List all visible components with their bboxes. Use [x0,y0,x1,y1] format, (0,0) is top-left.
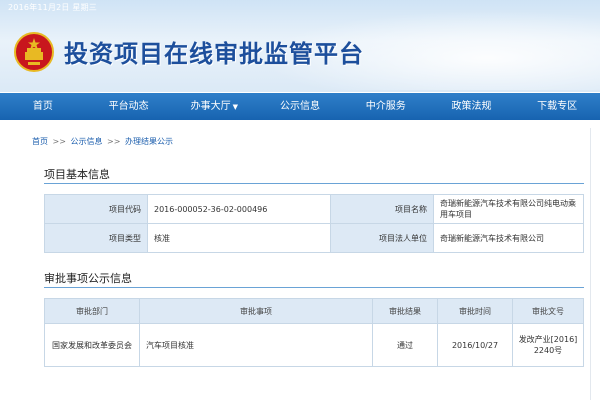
chevron-down-icon: ▼ [232,102,238,111]
breadcrumb-current[interactable]: 办理结果公示 [125,137,173,146]
breadcrumb-separator: >> [52,137,66,146]
breadcrumb-public-info[interactable]: 公示信息 [71,137,103,146]
table-row: 国家发展和改革委员会 汽车项目核准 通过 2016/10/27 发改产业[201… [44,323,584,367]
header-time: 审批时间 [437,298,513,324]
value-legal-entity: 奇瑞新能源汽车技术有限公司 [433,223,584,253]
national-emblem-icon [14,32,54,72]
approval-info-divider [44,287,584,288]
breadcrumb: 首页 >> 公示信息 >> 办理结果公示 [32,136,175,147]
nav-item-public-info[interactable]: 公示信息 [257,93,343,120]
label-project-name: 项目名称 [330,194,434,224]
header-item: 审批事项 [139,298,373,324]
table-row: 项目类型 核准 项目法人单位 奇瑞新能源汽车技术有限公司 [44,223,584,253]
label-project-code: 项目代码 [44,194,148,224]
value-project-name: 奇瑞新能源汽车技术有限公司纯电动乘用车项目 [433,194,584,224]
nav-item-home[interactable]: 首页 [0,93,86,120]
label-project-type: 项目类型 [44,223,148,253]
header-banner: 2016年11月2日 星期三 投资项目在线审批监管平台 [0,0,600,92]
nav-item-service-hall[interactable]: 办事大厅 ▼ [171,93,257,121]
breadcrumb-home[interactable]: 首页 [32,137,48,146]
value-project-code: 2016-000052-36-02-000496 [147,194,331,224]
approval-table: 审批部门 审批事项 审批结果 审批时间 审批文号 国家发展和改革委员会 汽车项目… [44,298,584,367]
nav-item-policy[interactable]: 政策法规 [429,93,515,120]
basic-info-title: 项目基本信息 [44,168,110,181]
content-border-right [590,128,591,400]
basic-info-table: 项目代码 2016-000052-36-02-000496 项目名称 奇瑞新能源… [44,194,584,253]
cell-doc-number: 发改产业[2016] 2240号 [512,323,584,367]
site-title: 投资项目在线审批监管平台 [64,40,364,68]
main-content: 首页 >> 公示信息 >> 办理结果公示 项目基本信息 项目代码 2016-00… [30,128,590,400]
nav-item-intermediary[interactable]: 中介服务 [343,93,429,120]
cell-time: 2016/10/27 [437,323,513,367]
value-project-type: 核准 [147,223,331,253]
header-date: 2016年11月2日 星期三 [8,3,97,12]
header-doc-number: 审批文号 [512,298,584,324]
cell-result: 通过 [372,323,438,367]
nav-item-download[interactable]: 下载专区 [514,93,600,120]
table-row: 项目代码 2016-000052-36-02-000496 项目名称 奇瑞新能源… [44,194,584,224]
table-header-row: 审批部门 审批事项 审批结果 审批时间 审批文号 [44,298,584,324]
breadcrumb-separator: >> [107,137,121,146]
header-result: 审批结果 [372,298,438,324]
cell-item: 汽车项目核准 [139,323,373,367]
main-nav: 首页 平台动态 办事大厅 ▼ 公示信息 中介服务 政策法规 下载专区 [0,93,600,120]
label-legal-entity: 项目法人单位 [330,223,434,253]
basic-info-divider [44,183,584,184]
nav-item-platform-news[interactable]: 平台动态 [86,93,172,120]
header-department: 审批部门 [44,298,140,324]
cell-department: 国家发展和改革委员会 [44,323,140,367]
approval-info-title: 审批事项公示信息 [44,272,132,285]
